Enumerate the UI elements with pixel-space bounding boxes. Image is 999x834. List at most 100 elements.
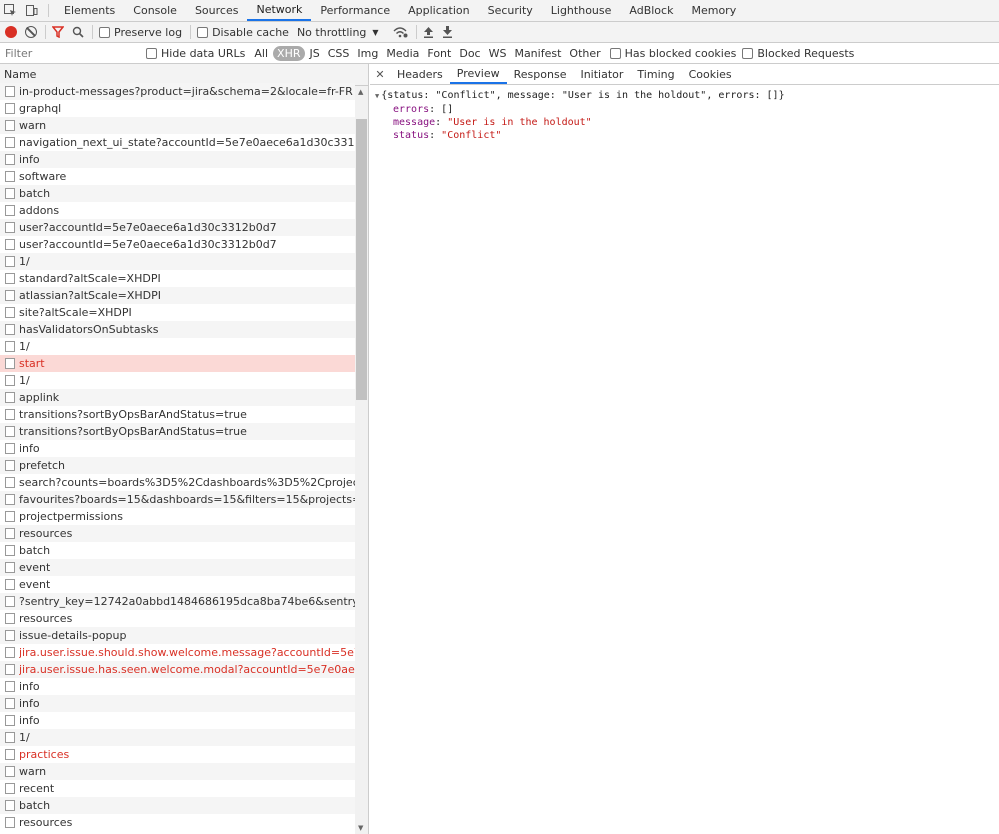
table-row[interactable]: atlassian?altScale=XHDPI — [0, 287, 355, 304]
scroll-up-arrow-icon[interactable]: ▲ — [358, 88, 363, 96]
table-row[interactable]: navigation_next_ui_state?accountId=5e7e0… — [0, 134, 355, 151]
detail-tab-timing[interactable]: Timing — [630, 64, 681, 84]
table-row[interactable]: recent — [0, 780, 355, 797]
table-row[interactable]: batch — [0, 542, 355, 559]
checkbox[interactable] — [197, 26, 209, 38]
table-row[interactable]: start — [0, 355, 355, 372]
export-har-button[interactable] — [442, 26, 453, 38]
detail-tab-initiator[interactable]: Initiator — [573, 64, 630, 84]
type-filter-doc[interactable]: Doc — [456, 46, 483, 61]
table-row[interactable]: 1/ — [0, 729, 355, 746]
tab-lighthouse[interactable]: Lighthouse — [542, 0, 621, 21]
type-filter-img[interactable]: Img — [354, 46, 381, 61]
table-row[interactable]: projectpermissions — [0, 508, 355, 525]
clear-button[interactable] — [25, 26, 37, 38]
throttling-select[interactable]: No throttling ▼ — [297, 26, 379, 39]
table-row[interactable]: in-product-messages?product=jira&schema=… — [0, 83, 355, 100]
table-row[interactable]: user?accountId=5e7e0aece6a1d30c3312b0d7 — [0, 219, 355, 236]
tab-performance[interactable]: Performance — [311, 0, 399, 21]
table-row[interactable]: addons — [0, 202, 355, 219]
table-row[interactable]: 1/ — [0, 253, 355, 270]
has-blocked-cookies-checkbox[interactable]: Has blocked cookies — [609, 47, 736, 60]
tab-elements[interactable]: Elements — [55, 0, 124, 21]
type-filter-js[interactable]: JS — [307, 46, 323, 61]
network-conditions-button[interactable] — [393, 26, 408, 38]
filter-toggle-button[interactable] — [52, 26, 64, 38]
type-filter-css[interactable]: CSS — [325, 46, 353, 61]
disable-cache-checkbox[interactable]: Disable cache — [197, 26, 289, 39]
table-row[interactable]: transitions?sortByOpsBarAndStatus=true — [0, 423, 355, 440]
checkbox[interactable] — [609, 47, 621, 59]
table-row[interactable]: info — [0, 712, 355, 729]
table-row[interactable]: resources — [0, 525, 355, 542]
table-row[interactable]: site?altScale=XHDPI — [0, 304, 355, 321]
table-row[interactable]: event — [0, 576, 355, 593]
device-toolbar-icon[interactable] — [21, 0, 42, 21]
detail-tab-headers[interactable]: Headers — [390, 64, 450, 84]
file-icon — [5, 375, 15, 386]
table-row[interactable]: 1/ — [0, 372, 355, 389]
table-row[interactable]: ?sentry_key=12742a0abbd1484686195dca8ba7… — [0, 593, 355, 610]
table-row[interactable]: hasValidatorsOnSubtasks — [0, 321, 355, 338]
table-row[interactable]: info — [0, 151, 355, 168]
preview-summary-line[interactable]: ▼ {status: "Conflict", message: "User is … — [375, 89, 999, 103]
blocked-requests-checkbox[interactable]: Blocked Requests — [742, 47, 854, 60]
type-filter-media[interactable]: Media — [383, 46, 422, 61]
tab-network[interactable]: Network — [247, 0, 312, 21]
table-row[interactable]: jira.user.issue.should.show.welcome.mess… — [0, 644, 355, 661]
table-row[interactable]: applink — [0, 389, 355, 406]
tab-security[interactable]: Security — [479, 0, 542, 21]
table-row[interactable]: warn — [0, 763, 355, 780]
table-row[interactable]: graphql — [0, 100, 355, 117]
type-filter-manifest[interactable]: Manifest — [511, 46, 564, 61]
checkbox[interactable] — [742, 47, 754, 59]
type-filter-ws[interactable]: WS — [486, 46, 510, 61]
table-row[interactable]: batch — [0, 185, 355, 202]
type-filter-other[interactable]: Other — [566, 46, 603, 61]
table-row[interactable]: transitions?sortByOpsBarAndStatus=true — [0, 406, 355, 423]
table-row[interactable]: prefetch — [0, 457, 355, 474]
filter-input[interactable] — [0, 43, 136, 63]
table-row[interactable]: software — [0, 168, 355, 185]
table-row[interactable]: search?counts=boards%3D5%2Cdashboards%3D… — [0, 474, 355, 491]
checkbox[interactable] — [146, 47, 157, 59]
table-row[interactable]: batch — [0, 797, 355, 814]
search-button[interactable] — [72, 26, 84, 38]
table-row[interactable]: info — [0, 440, 355, 457]
expand-triangle-icon[interactable]: ▼ — [375, 92, 379, 100]
close-icon[interactable]: ✕ — [370, 64, 390, 84]
detail-tab-response[interactable]: Response — [507, 64, 574, 84]
table-row[interactable]: info — [0, 678, 355, 695]
scrollbar-thumb[interactable] — [356, 119, 367, 400]
checkbox[interactable] — [99, 26, 110, 38]
table-row[interactable]: resources — [0, 814, 355, 831]
table-row[interactable]: event — [0, 559, 355, 576]
detail-tab-preview[interactable]: Preview — [449, 64, 507, 84]
table-row[interactable]: user?accountId=5e7e0aece6a1d30c3312b0d7 — [0, 236, 355, 253]
detail-tab-cookies[interactable]: Cookies — [682, 64, 739, 84]
import-har-button[interactable] — [423, 26, 434, 38]
table-row[interactable]: favourites?boards=15&dashboards=15&filte… — [0, 491, 355, 508]
inspect-element-icon[interactable] — [0, 0, 21, 21]
tab-application[interactable]: Application — [399, 0, 478, 21]
table-row[interactable]: issue-details-popup — [0, 627, 355, 644]
tab-adblock[interactable]: AdBlock — [620, 0, 682, 21]
type-filter-font[interactable]: Font — [424, 46, 454, 61]
request-list-scrollbar[interactable]: ▲ ▼ — [355, 86, 368, 834]
scroll-down-arrow-icon[interactable]: ▼ — [358, 824, 363, 832]
table-row[interactable]: info — [0, 695, 355, 712]
tab-memory[interactable]: Memory — [682, 0, 745, 21]
type-filter-xhr[interactable]: XHR — [273, 45, 305, 61]
preserve-log-checkbox[interactable]: Preserve log — [99, 26, 182, 39]
table-row[interactable]: warn — [0, 117, 355, 134]
tab-sources[interactable]: Sources — [186, 0, 248, 21]
record-button[interactable] — [5, 26, 17, 38]
table-row[interactable]: resources — [0, 610, 355, 627]
hide-data-urls-checkbox[interactable]: Hide data URLs — [146, 47, 245, 60]
table-row[interactable]: jira.user.issue.has.seen.welcome.modal?a… — [0, 661, 355, 678]
table-row[interactable]: standard?altScale=XHDPI — [0, 270, 355, 287]
tab-console[interactable]: Console — [124, 0, 186, 21]
type-filter-all[interactable]: All — [251, 46, 271, 61]
table-row[interactable]: 1/ — [0, 338, 355, 355]
table-row[interactable]: practices — [0, 746, 355, 763]
